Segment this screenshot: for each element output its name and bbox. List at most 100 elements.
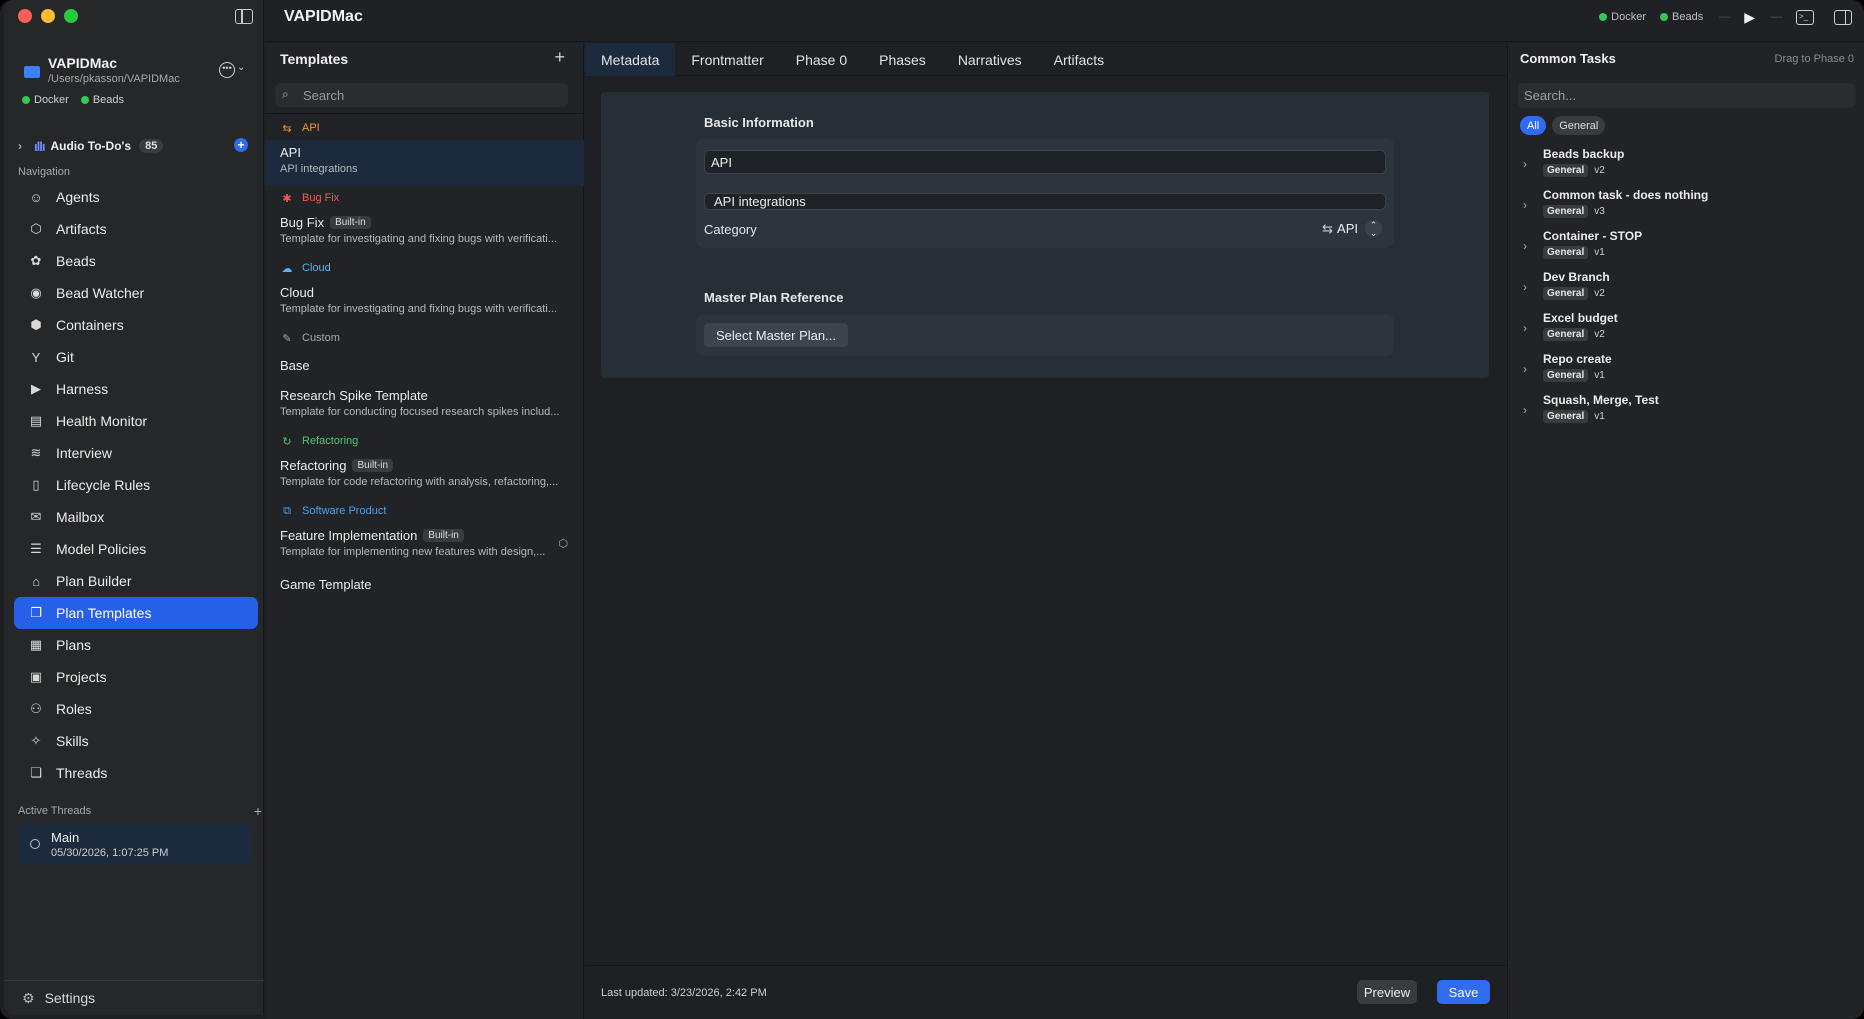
chevron-down-icon[interactable]: ⌄ [237, 62, 245, 73]
terminal-icon[interactable]: >_ [1796, 9, 1814, 25]
add-audio-todo-button[interactable]: + [234, 138, 248, 152]
sidebar-item-containers[interactable]: ⬢ Containers [14, 309, 258, 341]
template-item[interactable]: Bug Fix Built-in Template for investigatin… [265, 210, 584, 256]
audio-todos-row[interactable]: › ıllı Audio To-Do's 85 + [18, 136, 258, 156]
sidebar-item-model-policies[interactable]: ☰ Model Policies [14, 533, 258, 565]
templates-search: ⌕ [275, 83, 568, 107]
category-stepper-icon[interactable]: ⌃ ⌄ [1365, 220, 1382, 238]
templates-search-input[interactable] [303, 83, 563, 107]
inspector-toggle-icon[interactable] [1834, 9, 1852, 25]
minimize-window-button[interactable] [41, 9, 55, 23]
settings-button[interactable]: ⚙ Settings [4, 980, 264, 1015]
tab-phase-0[interactable]: Phase 0 [780, 43, 863, 76]
template-item[interactable]: Game Template [265, 569, 584, 602]
sidebar-item-beads[interactable]: ✿ Beads [14, 245, 258, 277]
sidebar-toggle-icon[interactable] [235, 9, 253, 24]
sidebar-item-label: Plan Builder [56, 573, 132, 589]
sidebar-item-agents[interactable]: ☺ Agents [14, 181, 258, 213]
eye-icon: ◉ [30, 285, 42, 300]
category-header: ✎ Custom [265, 326, 584, 350]
template-item[interactable]: Refactoring Built-in Template for code ref… [265, 453, 584, 499]
filter-chip-all[interactable]: All [1520, 116, 1547, 135]
folder-icon [24, 66, 40, 78]
tab-narratives[interactable]: Narratives [942, 43, 1038, 76]
builtin-badge: Built-in [330, 216, 371, 229]
chevron-right-icon[interactable]: › [1523, 198, 1527, 212]
task-item[interactable]: › Squash, Merge, Test General v1 [1508, 393, 1864, 434]
common-tasks-title: Common Tasks [1520, 51, 1616, 66]
task-item[interactable]: › Common task - does nothing General v3 [1508, 188, 1864, 229]
task-item[interactable]: › Dev Branch General v2 [1508, 270, 1864, 311]
sidebar-item-health-monitor[interactable]: ▤ Health Monitor [14, 405, 258, 437]
template-description: API integrations [280, 163, 358, 175]
drag-hint: Drag to Phase 0 [1774, 53, 1855, 65]
chevron-right-icon[interactable]: › [18, 139, 34, 153]
save-button[interactable]: Save [1437, 980, 1490, 1004]
sidebar-item-interview[interactable]: ≋ Interview [14, 437, 258, 469]
chevron-right-icon[interactable]: › [1523, 321, 1527, 335]
more-options-icon[interactable]: ••• [219, 62, 235, 78]
template-item[interactable]: Base [265, 350, 584, 383]
task-item[interactable]: › Repo create General v1 [1508, 352, 1864, 393]
add-template-button[interactable]: + [554, 47, 565, 68]
sidebar-item-threads[interactable]: ❏ Threads [14, 757, 258, 789]
sidebar-item-harness[interactable]: ▶ Harness [14, 373, 258, 405]
chevron-right-icon[interactable]: › [1523, 362, 1527, 376]
close-window-button[interactable] [18, 9, 32, 23]
app-title: VAPIDMac [284, 8, 363, 25]
select-master-plan-button[interactable]: Select Master Plan... [704, 323, 848, 347]
sidebar-item-lifecycle-rules[interactable]: ▯ Lifecycle Rules [14, 469, 258, 501]
sidebar-item-roles[interactable]: ⚇ Roles [14, 693, 258, 725]
template-name: Game Template [280, 577, 372, 592]
builder-icon: ⌂ [32, 573, 40, 589]
category-select[interactable]: ⇆ API [1322, 221, 1358, 237]
task-item[interactable]: › Container - STOP General v1 [1508, 229, 1864, 270]
play-icon[interactable]: ▶ [1744, 9, 1755, 26]
sidebar-item-git[interactable]: Y Git [14, 341, 258, 373]
chevron-right-icon[interactable]: › [1523, 239, 1527, 253]
tab-phases[interactable]: Phases [863, 43, 942, 76]
thread-item-main[interactable]: Main 05/30/2026, 1:07:25 PM [18, 824, 252, 864]
window-controls [18, 9, 78, 23]
category-label: Category [704, 222, 757, 237]
tab-frontmatter[interactable]: Frontmatter [675, 43, 779, 76]
preview-button[interactable]: Preview [1357, 980, 1417, 1004]
template-name: Research Spike Template [280, 388, 428, 403]
add-thread-button[interactable]: + [254, 803, 262, 819]
tab-metadata[interactable]: Metadata [585, 43, 676, 76]
template-name-field[interactable]: API [704, 150, 1386, 174]
sidebar-item-projects[interactable]: ▣ Projects [14, 661, 258, 693]
task-item[interactable]: › Beads backup General v2 [1508, 147, 1864, 188]
tab-artifacts[interactable]: Artifacts [1038, 43, 1121, 76]
template-item[interactable]: API API integrations [265, 140, 584, 186]
status-dot-icon [1660, 13, 1669, 21]
template-description-field[interactable]: API integrations [704, 193, 1386, 210]
app-window: VAPIDMac /Users/pkasson/VAPIDMac ••• ⌄ D… [0, 0, 1864, 1019]
beads-status: Beads [80, 94, 124, 106]
common-tasks-search-input[interactable] [1518, 83, 1855, 108]
common-tasks-search [1518, 83, 1855, 108]
chevron-right-icon[interactable]: › [1523, 403, 1527, 417]
chevron-right-icon[interactable]: › [1523, 280, 1527, 294]
clipboard-icon: ▤ [29, 413, 43, 428]
sidebar-item-plan-builder[interactable]: ⌂ Plan Builder [14, 565, 258, 597]
chevron-right-icon[interactable]: › [1523, 157, 1527, 171]
sidebar-item-plan-templates[interactable]: ❐ Plan Templates [14, 597, 258, 629]
template-item[interactable]: Research Spike Template Template for cond… [265, 383, 584, 429]
sidebar-item-skills[interactable]: ✧ Skills [14, 725, 258, 757]
template-item[interactable]: Feature Implementation Built-in Template f… [265, 523, 584, 569]
sidebar-item-bead-watcher[interactable]: ◉ Bead Watcher [14, 277, 258, 309]
task-name: Dev Branch [1543, 270, 1610, 284]
template-editor: Metadata Frontmatter Phase 0 Phases Narrativ… [585, 43, 1506, 1019]
metadata-card: Basic Information API API integrations C… [601, 92, 1489, 378]
toolbar-actions: Docker Beads — ▶ — >_ [1599, 0, 1864, 34]
task-group-badge: General [1543, 410, 1589, 423]
zoom-window-button[interactable] [64, 9, 78, 23]
sidebar-item-plans[interactable]: ▦ Plans [14, 629, 258, 661]
filter-chip-general[interactable]: General [1552, 116, 1606, 135]
task-item[interactable]: › Excel budget General v2 [1508, 311, 1864, 352]
template-item[interactable]: Cloud Template for investigating and fixi… [265, 280, 584, 326]
agents-icon: ☺ [29, 189, 43, 205]
sidebar-item-artifacts[interactable]: ⬡ Artifacts [14, 213, 258, 245]
sidebar-item-mailbox[interactable]: ✉ Mailbox [14, 501, 258, 533]
